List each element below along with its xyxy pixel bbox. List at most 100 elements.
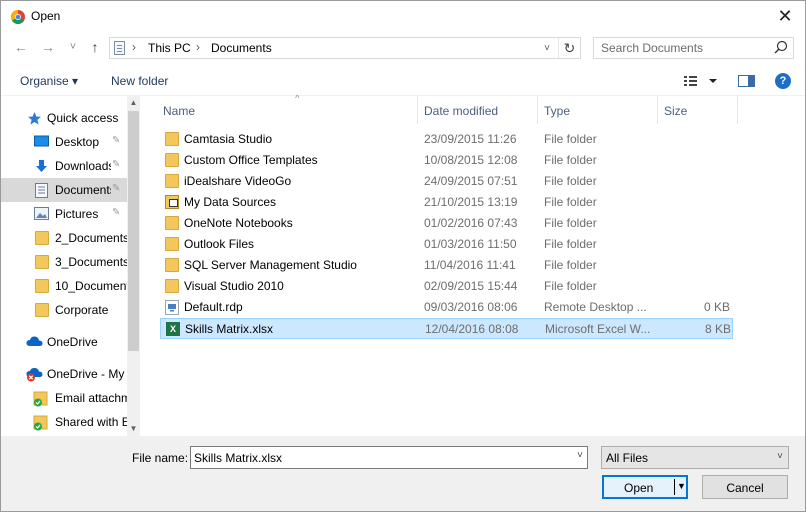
file-name: Camtasia Studio bbox=[184, 132, 273, 146]
column-header-type[interactable]: Type bbox=[538, 96, 658, 124]
command-bar: Organise ▾ New folder ? bbox=[1, 64, 805, 96]
file-date: 24/09/2015 07:51 bbox=[424, 174, 518, 188]
sidebar-item-shared-with[interactable]: Shared with E bbox=[1, 410, 127, 434]
file-date: 21/10/2015 13:19 bbox=[424, 195, 518, 209]
file-row[interactable]: OneNote Notebooks 01/02/2016 07:43 File … bbox=[160, 213, 733, 234]
cloud-error-icon bbox=[26, 367, 43, 382]
file-name-field[interactable] bbox=[194, 449, 564, 466]
file-type: File folder bbox=[544, 216, 597, 230]
sidebar-item-documents[interactable]: Documents ✎ bbox=[1, 178, 127, 202]
preview-pane-icon[interactable] bbox=[738, 75, 755, 87]
file-name-panel: File name: ˅ All Files ˅ Open ▼ Cancel bbox=[1, 436, 805, 511]
file-name: iDealshare VideoGo bbox=[184, 174, 292, 188]
new-folder-button[interactable]: New folder bbox=[111, 74, 168, 88]
sidebar-item-onedrive[interactable]: OneDrive bbox=[1, 330, 127, 354]
file-row[interactable]: Visual Studio 2010 02/09/2015 15:44 File… bbox=[160, 276, 733, 297]
breadcrumb-documents[interactable]: Documents bbox=[211, 41, 272, 55]
back-button[interactable]: ← bbox=[12, 38, 30, 56]
file-date: 09/03/2016 08:06 bbox=[424, 300, 518, 314]
sidebar-item-corporate[interactable]: Corporate bbox=[1, 298, 127, 322]
open-dialog: Open ✕ ← → ˅ ↑ › This PC › Documents ˅ ↻… bbox=[0, 0, 806, 512]
navigation-pane: Quick access Desktop ✎ Downloads ✎ Docum… bbox=[1, 96, 140, 436]
file-row[interactable]: SQL Server Management Studio 11/04/2016 … bbox=[160, 255, 733, 276]
sidebar-item-label: 10_Documents bbox=[55, 279, 127, 293]
sidebar-item-label: Downloads bbox=[55, 159, 111, 173]
file-type: Microsoft Excel W... bbox=[545, 322, 651, 336]
organise-menu[interactable]: Organise ▾ bbox=[20, 74, 78, 88]
open-button[interactable]: Open ▼ bbox=[602, 475, 688, 499]
sidebar-item-downloads[interactable]: Downloads ✎ bbox=[1, 154, 127, 178]
change-view-icon[interactable] bbox=[682, 73, 722, 89]
file-row[interactable]: Custom Office Templates 10/08/2015 12:08… bbox=[160, 150, 733, 171]
search-box[interactable]: Search Documents bbox=[593, 37, 794, 59]
breadcrumb-separator: › bbox=[196, 40, 200, 54]
recent-locations-button[interactable]: ˅ bbox=[64, 38, 82, 56]
help-icon[interactable]: ? bbox=[775, 73, 791, 89]
file-row[interactable]: My Data Sources 21/10/2015 13:19 File fo… bbox=[160, 192, 733, 213]
column-header-date[interactable]: Date modified bbox=[418, 96, 538, 124]
download-icon bbox=[36, 160, 47, 172]
chevron-down-icon[interactable]: ˅ bbox=[577, 450, 583, 461]
breadcrumb-this-pc[interactable]: This PC bbox=[148, 41, 191, 55]
sidebar-item-label: Pictures bbox=[55, 207, 99, 221]
folder-icon bbox=[165, 279, 179, 293]
title-bar: Open ✕ bbox=[1, 1, 805, 32]
file-type-select[interactable]: All Files ˅ bbox=[601, 446, 789, 469]
pin-icon: ✎ bbox=[112, 135, 121, 146]
data-sources-icon bbox=[165, 195, 179, 209]
sort-ascending-icon: ^ bbox=[295, 93, 300, 103]
file-type: File folder bbox=[544, 279, 597, 293]
file-row[interactable]: X Skills Matrix.xlsx 12/04/2016 08:08 Mi… bbox=[160, 318, 733, 339]
sidebar-item-onedrive-my[interactable]: OneDrive - My bbox=[1, 362, 127, 386]
file-row[interactable]: Default.rdp 09/03/2016 08:06 Remote Desk… bbox=[160, 297, 733, 318]
scrollbar-thumb[interactable] bbox=[128, 111, 139, 351]
file-name: Outlook Files bbox=[184, 237, 255, 251]
sidebar-item-label: 2_Documents bbox=[55, 231, 127, 245]
navigation-pane-scrollbar[interactable]: ▲ ▼ bbox=[127, 96, 140, 436]
sidebar-item-10-documents[interactable]: 10_Documents bbox=[1, 274, 127, 298]
folder-icon bbox=[35, 255, 49, 269]
sidebar-item-3-documents[interactable]: 3_Documents bbox=[1, 250, 127, 274]
search-input[interactable]: Search Documents bbox=[601, 41, 703, 55]
up-button[interactable]: ↑ bbox=[86, 38, 104, 56]
chevron-down-icon: ˅ bbox=[777, 451, 783, 462]
file-name-combobox[interactable]: ˅ bbox=[190, 446, 588, 469]
sidebar-item-label: OneDrive bbox=[47, 335, 98, 349]
file-row[interactable]: Camtasia Studio 23/09/2015 11:26 File fo… bbox=[160, 129, 733, 150]
file-row[interactable]: iDealshare VideoGo 24/09/2015 07:51 File… bbox=[160, 171, 733, 192]
file-type: File folder bbox=[544, 174, 597, 188]
cancel-button[interactable]: Cancel bbox=[702, 475, 788, 499]
file-row[interactable]: Outlook Files 01/03/2016 11:50 File fold… bbox=[160, 234, 733, 255]
forward-button[interactable]: → bbox=[39, 38, 57, 56]
sidebar-item-2-documents[interactable]: 2_Documents bbox=[1, 226, 127, 250]
sidebar-item-email-attachments[interactable]: Email attachments bbox=[1, 386, 127, 410]
address-bar[interactable]: › This PC › Documents ˅ ↻ bbox=[109, 37, 581, 59]
file-name-label: File name: bbox=[132, 451, 189, 465]
dropdown-arrow-icon[interactable]: ▼ bbox=[677, 481, 686, 491]
file-type: File folder bbox=[544, 237, 597, 251]
star-icon bbox=[28, 112, 41, 125]
column-header-label: Type bbox=[544, 104, 571, 118]
sidebar-item-quick-access[interactable]: Quick access bbox=[1, 106, 127, 130]
folder-icon bbox=[165, 237, 179, 251]
file-type: File folder bbox=[544, 153, 597, 167]
close-button[interactable]: ✕ bbox=[773, 4, 797, 28]
rdp-file-icon bbox=[165, 300, 179, 315]
file-type: File folder bbox=[544, 132, 597, 146]
file-type-value: All Files bbox=[606, 451, 649, 465]
column-header-size[interactable]: Size bbox=[658, 96, 738, 124]
sidebar-item-label: Email attachments bbox=[55, 391, 127, 405]
scroll-down-arrow-icon[interactable]: ▼ bbox=[127, 422, 140, 436]
pictures-icon bbox=[34, 207, 49, 220]
folder-icon bbox=[35, 231, 49, 245]
sidebar-item-pictures[interactable]: Pictures ✎ bbox=[1, 202, 127, 226]
address-dropdown-button[interactable]: ˅ bbox=[540, 41, 554, 57]
sidebar-item-label: Quick access bbox=[47, 111, 119, 125]
column-header-name[interactable]: Name ^ bbox=[157, 93, 418, 124]
sidebar-item-desktop[interactable]: Desktop ✎ bbox=[1, 130, 127, 154]
file-type: File folder bbox=[544, 195, 597, 209]
refresh-button[interactable]: ↻ bbox=[558, 38, 580, 58]
folder-icon bbox=[35, 303, 49, 317]
scroll-up-arrow-icon[interactable]: ▲ bbox=[127, 96, 140, 110]
folder-icon bbox=[165, 258, 179, 272]
